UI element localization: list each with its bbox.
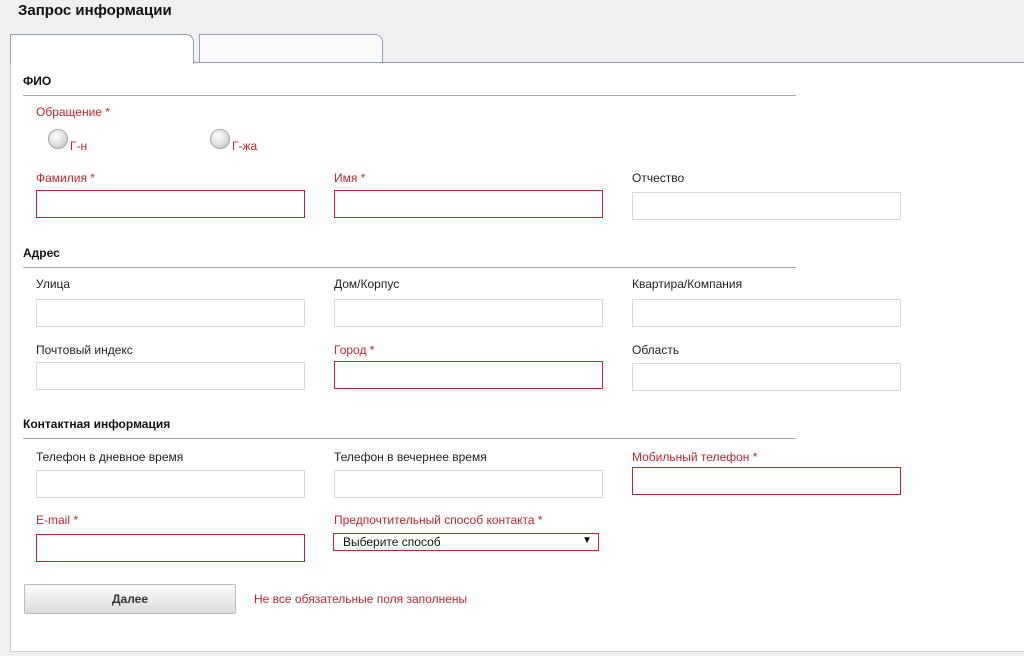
email-input[interactable]	[36, 534, 305, 562]
contact-method-label: Предпочтительный способ контакта *	[334, 513, 543, 527]
contact-method-selected: Выберите способ	[343, 535, 441, 549]
last-name-input[interactable]	[36, 190, 305, 218]
email-label: E-mail *	[36, 513, 79, 527]
mobile-phone-input[interactable]	[632, 467, 901, 495]
region-input[interactable]	[632, 363, 901, 391]
apartment-label: Квартира/Компания	[632, 277, 743, 291]
last-name-label: Фамилия *	[36, 171, 95, 185]
first-name-input[interactable]	[334, 190, 603, 218]
city-input[interactable]	[334, 361, 603, 389]
apartment-input[interactable]	[632, 299, 901, 327]
radio-mr-label: Г-н	[70, 139, 88, 153]
postal-code-label: Почтовый индекс	[36, 343, 133, 357]
section-title-address: Адрес	[23, 246, 60, 260]
region-label: Область	[632, 343, 680, 357]
salutation-label: Обращение *	[36, 105, 110, 119]
postal-code-input[interactable]	[36, 362, 305, 390]
mobile-phone-label: Мобильный телефон *	[632, 450, 758, 464]
day-phone-input[interactable]	[36, 470, 305, 498]
radio-mr[interactable]: Г-н	[48, 129, 87, 153]
patronymic-label: Отчество	[632, 171, 685, 185]
contact-method-select[interactable]: Выберите способ ▼	[333, 533, 599, 551]
section-title-fio: ФИО	[23, 74, 52, 88]
radio-mrs-label: Г-жа	[232, 139, 258, 153]
section-title-contact: Контактная информация	[23, 417, 171, 431]
house-input[interactable]	[334, 299, 603, 327]
evening-phone-label: Телефон в вечернее время	[334, 450, 487, 464]
validation-error-message: Не все обязательные поля заполнены	[254, 592, 468, 606]
dropdown-arrow-icon[interactable]: ▼	[582, 535, 592, 546]
radio-mr-circle[interactable]	[48, 129, 68, 149]
first-name-label: Имя *	[334, 171, 366, 185]
section-divider	[23, 267, 796, 268]
patronymic-input[interactable]	[632, 192, 901, 220]
house-label: Дом/Корпус	[334, 277, 400, 291]
section-divider	[23, 95, 796, 96]
day-phone-label: Телефон в дневное время	[36, 450, 184, 464]
next-button[interactable]: Далее	[24, 584, 236, 614]
radio-mrs-circle[interactable]	[210, 129, 230, 149]
radio-mrs[interactable]: Г-жа	[210, 129, 257, 153]
city-label: Город *	[334, 343, 375, 357]
section-divider	[23, 438, 796, 439]
street-input[interactable]	[36, 299, 305, 327]
street-label: Улица	[36, 277, 71, 291]
evening-phone-input[interactable]	[334, 470, 603, 498]
